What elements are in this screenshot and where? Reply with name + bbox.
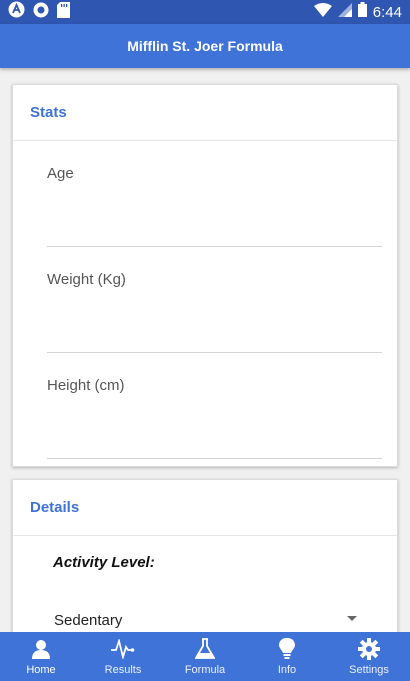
status-bar: 6:44 — [0, 0, 410, 24]
person-icon — [29, 637, 53, 661]
circle-icon — [33, 2, 49, 23]
a-icon — [8, 1, 25, 23]
tab-info-label: Info — [277, 664, 297, 676]
activity-level-value: Sedentary — [54, 611, 123, 629]
weight-label: Weight (Kg) — [47, 271, 126, 288]
details-card-header: Details — [13, 480, 397, 536]
tab-formula-label: Formula — [184, 664, 226, 676]
app-bar: Mifflin St. Joer Formula — [0, 24, 410, 68]
content-area[interactable]: Stats Age Weight (Kg) Height (cm) Detail… — [0, 68, 410, 632]
pulse-icon — [111, 637, 135, 661]
details-card-title: Details — [30, 499, 80, 516]
bottom-tab-bar: Home Results Formula Info Settings — [0, 632, 410, 681]
flask-icon — [193, 637, 217, 661]
tab-settings-label: Settings — [349, 664, 389, 676]
age-label: Age — [47, 165, 74, 182]
wifi-icon — [313, 2, 332, 22]
tab-settings[interactable]: Settings — [328, 632, 410, 681]
tab-home[interactable]: Home — [0, 632, 82, 681]
lightbulb-icon — [275, 637, 299, 661]
gear-icon — [357, 637, 381, 661]
stats-card: Stats Age Weight (Kg) Height (cm) — [12, 84, 398, 467]
battery-icon — [357, 2, 367, 22]
tab-results-label: Results — [104, 664, 142, 676]
tab-results[interactable]: Results — [82, 632, 164, 681]
status-time: 6:44 — [372, 3, 402, 21]
tab-info[interactable]: Info — [246, 632, 328, 681]
stats-card-header: Stats — [13, 85, 397, 141]
details-card: Details Activity Level: Sedentary — [12, 479, 398, 632]
age-field[interactable]: Age — [47, 141, 382, 247]
tab-formula[interactable]: Formula — [164, 632, 246, 681]
activity-level-select[interactable]: Sedentary — [47, 600, 357, 632]
height-underline — [47, 458, 382, 459]
tab-home-label: Home — [26, 664, 56, 676]
app-title: Mifflin St. Joer Formula — [127, 38, 283, 54]
height-label: Height (cm) — [47, 377, 125, 394]
sd-card-icon — [57, 1, 70, 23]
signal-icon — [337, 2, 352, 22]
dropdown-arrow-icon — [347, 616, 357, 621]
weight-field[interactable]: Weight (Kg) — [47, 247, 382, 353]
height-field[interactable]: Height (cm) — [47, 353, 382, 459]
stats-card-title: Stats — [30, 104, 67, 121]
activity-level-label: Activity Level: — [53, 554, 155, 571]
